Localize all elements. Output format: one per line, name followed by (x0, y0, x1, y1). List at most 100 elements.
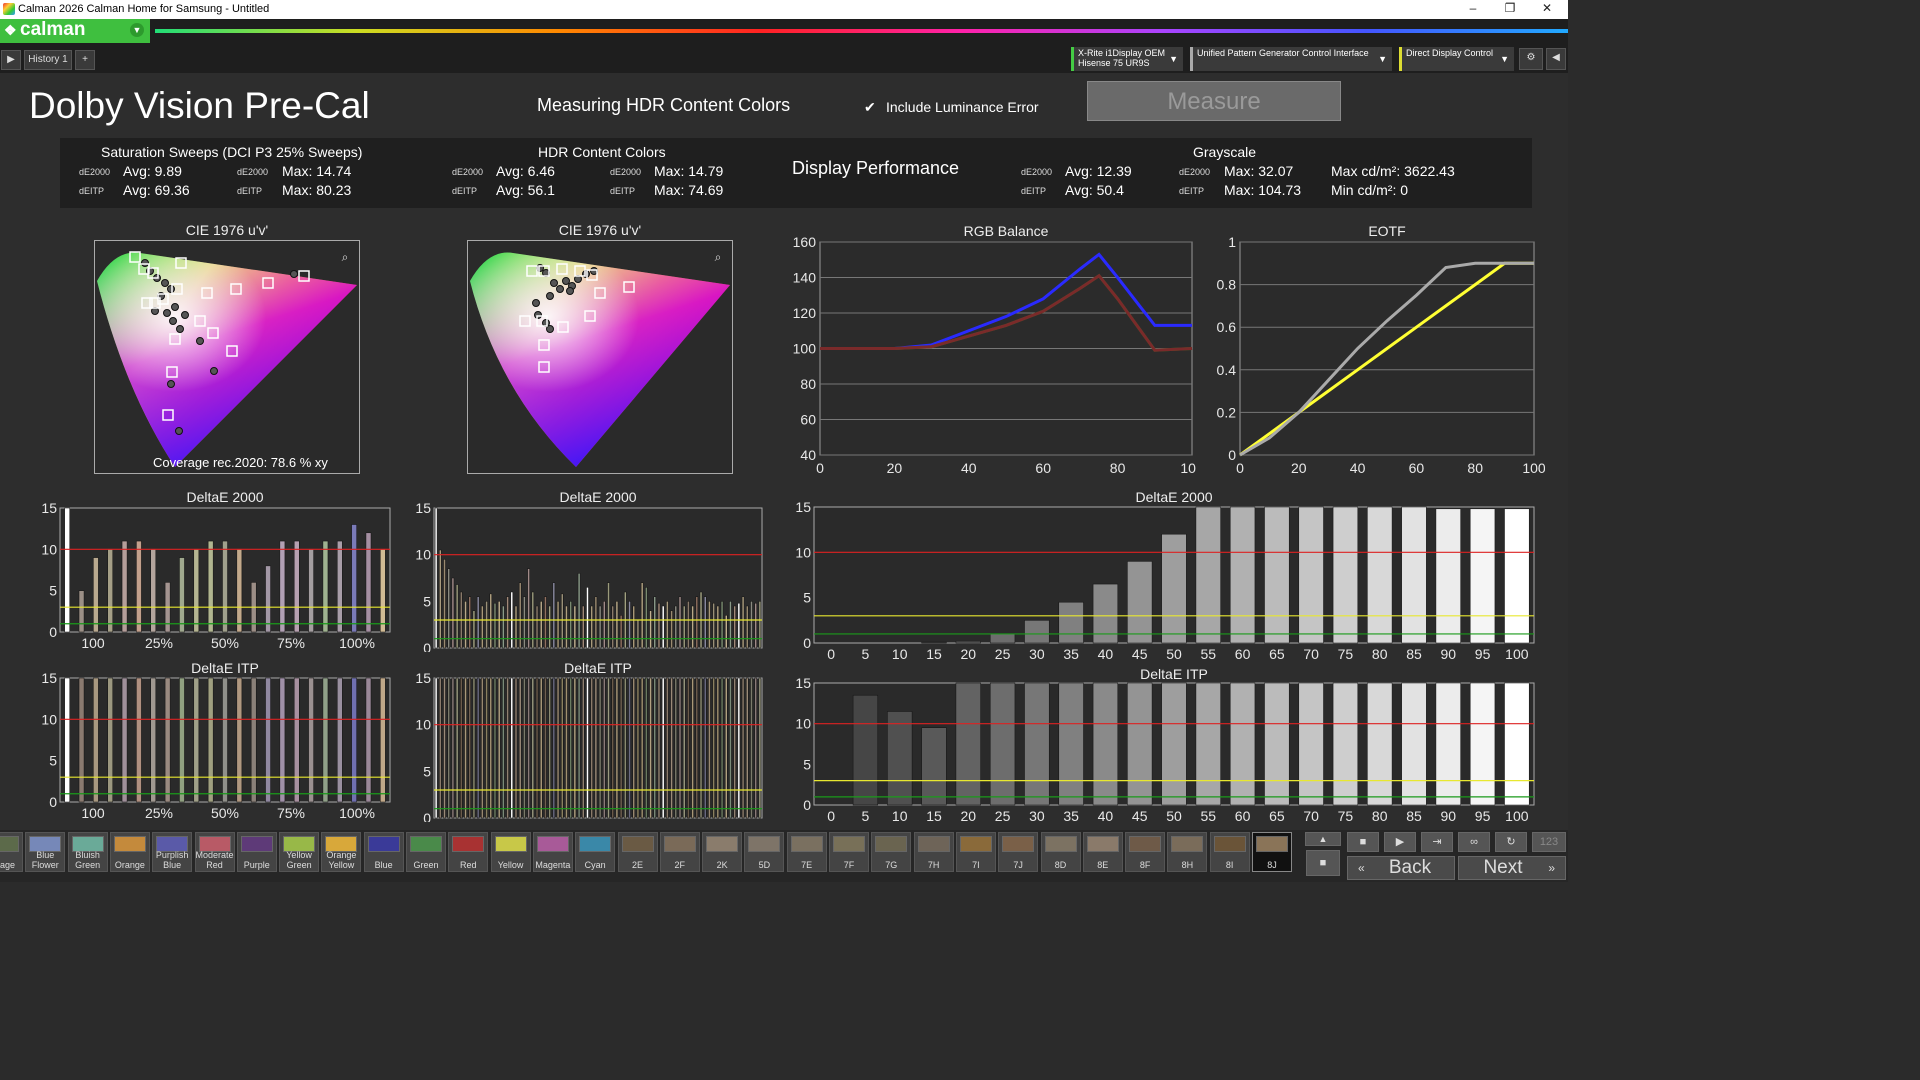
stop-icon[interactable]: ■ (1347, 832, 1379, 852)
x-tick-label: 90 (1440, 808, 1456, 824)
bar (439, 677, 442, 819)
patch-swatch[interactable]: ollage (0, 832, 23, 872)
bar (636, 677, 640, 819)
patch-color (917, 836, 950, 852)
x-tick-label: 70 (1303, 646, 1319, 662)
patch-swatch[interactable]: Red (448, 832, 489, 872)
bar (594, 677, 598, 819)
patch-swatch[interactable]: 7G (871, 832, 912, 872)
bar (78, 590, 85, 633)
y-tick-label: 5 (803, 756, 811, 772)
play-sidebar-button[interactable]: ▶ (1, 50, 21, 70)
back-button[interactable]: « Back (1347, 856, 1455, 880)
patch-swatch[interactable]: 7H (913, 832, 954, 872)
bar (136, 540, 142, 633)
bar (1092, 682, 1119, 806)
patch-swatch[interactable]: Yellow (490, 832, 531, 872)
patch-swatch[interactable]: 7I (955, 832, 996, 872)
x-tick-label: 75 (1338, 646, 1354, 662)
bar (493, 602, 497, 649)
patch-swatch[interactable]: Purple (236, 832, 277, 872)
measured-point (534, 311, 542, 319)
zoom-icon[interactable]: ⌕ (342, 250, 349, 264)
bar (569, 677, 572, 819)
patch-swatch[interactable]: 7E (786, 832, 827, 872)
calman-logo-menu[interactable]: ❖ calman ▼ (0, 19, 150, 43)
patch-swatch[interactable]: 2K (702, 832, 743, 872)
patch-swatch[interactable]: 8J (1252, 832, 1292, 872)
patch-label: 8E (1097, 860, 1109, 870)
patch-swatch[interactable]: Cyan (575, 832, 616, 872)
patch-swatch[interactable]: Purplish Blue (152, 832, 193, 872)
patch-label: Moderate Red (195, 850, 234, 870)
refresh-icon[interactable]: ↻ (1495, 832, 1527, 852)
chevron-down-icon[interactable]: ▼ (130, 23, 144, 37)
next-button[interactable]: Next » (1458, 856, 1566, 880)
bar (682, 605, 686, 649)
patch-swatch[interactable]: 7F (829, 832, 869, 872)
bar (746, 677, 749, 819)
patch-swatch[interactable]: 5D (744, 832, 785, 872)
patch-swatch[interactable]: Bluish Green (67, 832, 108, 872)
patch-swatch[interactable]: Blue Flower (25, 832, 66, 872)
patch-swatch[interactable]: 8E (1082, 832, 1123, 872)
gear-icon[interactable]: ⚙ (1519, 48, 1543, 70)
bar (64, 677, 70, 803)
patch-swatch[interactable]: 8F (1125, 832, 1166, 872)
patch-swatch[interactable]: 8I (1209, 832, 1250, 872)
y-tick-label: 15 (415, 672, 431, 686)
max-luminance: Max cd/m²: 3622.43 (1331, 163, 1455, 179)
add-tab-button[interactable]: + (75, 50, 95, 70)
play-icon[interactable]: ▶ (1384, 832, 1416, 852)
bar (451, 677, 455, 819)
patch-swatch[interactable]: Orange (109, 832, 150, 872)
patch-swatch[interactable]: 8D (1040, 832, 1081, 872)
patch-swatch[interactable]: Green (406, 832, 446, 872)
patch-swatch[interactable]: 2E (617, 832, 658, 872)
patch-swatch[interactable]: Moderate Red (194, 832, 235, 872)
meter-selector[interactable]: X-Rite i1Display OEM Hisense 75 UR9S ▼ (1071, 47, 1183, 71)
bar (712, 602, 715, 649)
checkmark-icon: ✔ (864, 99, 876, 115)
display-control-selector[interactable]: Direct Display Control ▼ (1399, 47, 1514, 71)
patch-swatch[interactable]: 2F (659, 832, 700, 872)
patch-swatch[interactable]: Yellow Green (279, 832, 320, 872)
minimize-button[interactable]: – (1458, 1, 1488, 17)
close-button[interactable]: ✕ (1532, 1, 1562, 17)
bar (539, 677, 543, 819)
meter-name: X-Rite i1Display OEM (1078, 48, 1166, 58)
logo-icon: ❖ (4, 22, 17, 38)
patch-label: Cyan (584, 860, 606, 870)
patch-swatch[interactable]: 8H (1167, 832, 1208, 872)
step-icon[interactable]: ⇥ (1421, 832, 1453, 852)
bar (544, 677, 547, 819)
patch-color (1044, 836, 1077, 852)
zoom-icon[interactable]: ⌕ (715, 250, 722, 264)
patch-swatch[interactable]: 7J (998, 832, 1039, 872)
x-tick-label: 25% (145, 805, 173, 821)
patch-color (1086, 836, 1119, 852)
measure-button[interactable]: Measure (1087, 81, 1341, 121)
collapse-arrow-icon[interactable]: ◀ (1546, 48, 1566, 70)
x-tick-label: 10 (892, 808, 908, 824)
tab-history-1[interactable]: History 1 (24, 50, 72, 70)
stop-square-icon[interactable]: ■ (1306, 850, 1340, 876)
hdr-de-avg: Avg: 6.46 (496, 163, 555, 179)
generator-selector[interactable]: Unified Pattern Generator Control Interf… (1190, 47, 1392, 71)
bar (577, 573, 581, 649)
measured-point (532, 299, 540, 307)
loop-icon[interactable]: ∞ (1458, 832, 1490, 852)
y-tick-label: 5 (423, 763, 431, 779)
include-luminance-checkbox[interactable]: ✔ Include Luminance Error (864, 99, 1039, 116)
bar (758, 677, 762, 819)
bar (548, 677, 551, 819)
bar (603, 677, 606, 819)
patch-swatch[interactable]: Orange Yellow (321, 832, 362, 872)
bar (443, 559, 446, 649)
patch-label: 8F (1139, 860, 1151, 870)
patch-swatch[interactable]: Magenta (532, 832, 573, 872)
patch-swatch[interactable]: Blue (363, 832, 404, 872)
maximize-button[interactable]: ❐ (1495, 1, 1525, 17)
scroll-up-icon[interactable]: ▲ (1305, 832, 1341, 846)
measured-point (176, 325, 184, 333)
